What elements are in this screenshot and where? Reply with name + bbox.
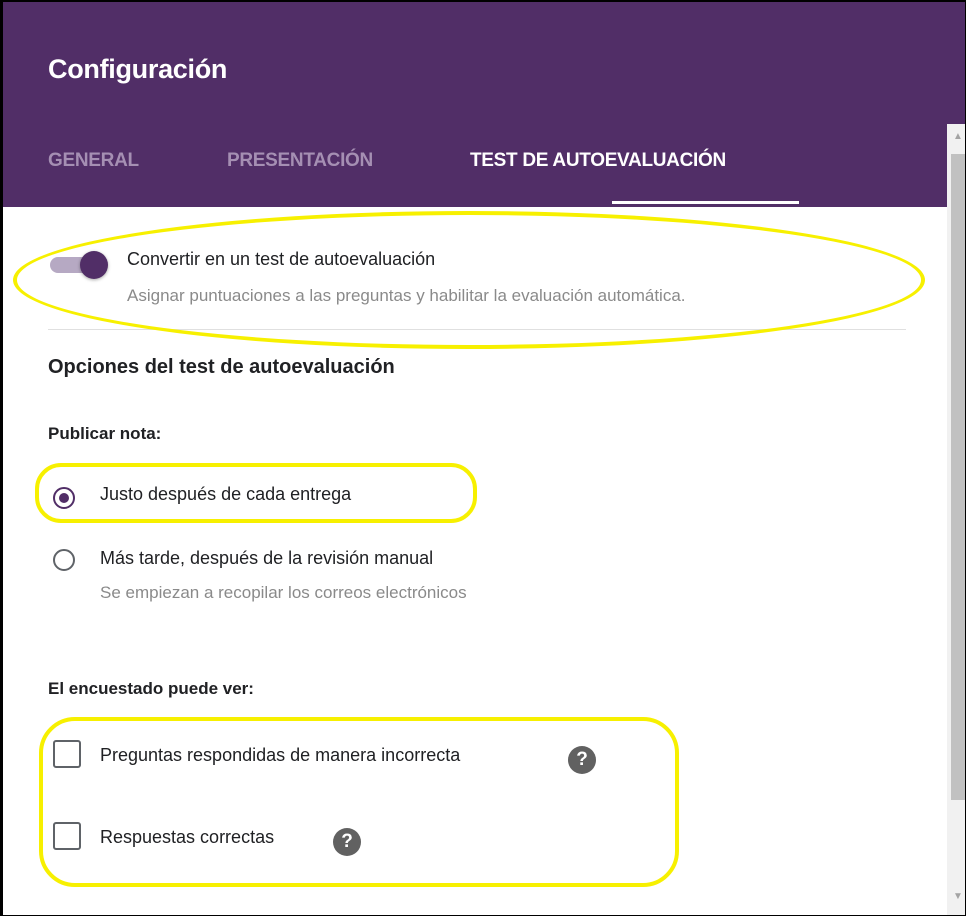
radio-later-manual-review[interactable] — [53, 549, 75, 571]
radio-later-description: Se empiezan a recopilar los correos elec… — [100, 583, 467, 602]
release-grade-label: Publicar nota: — [48, 424, 162, 443]
make-quiz-label: Convertir en un test de autoevaluación — [127, 249, 436, 269]
scroll-up-arrow-icon[interactable]: ▲ — [947, 128, 965, 146]
radio-selected-dot — [59, 493, 69, 503]
make-quiz-description: Asignar puntuaciones a las preguntas y h… — [127, 286, 686, 305]
help-icon[interactable]: ? — [333, 828, 361, 856]
checkbox-missed-questions[interactable] — [53, 740, 81, 768]
tab-general[interactable]: GENERAL — [48, 150, 139, 172]
dialog-header: Configuración GENERAL PRESENTACIÓN TEST … — [3, 2, 965, 207]
radio-immediately[interactable] — [53, 487, 75, 509]
checkbox-correct-answers[interactable] — [53, 822, 81, 850]
tab-quizzes[interactable]: TEST DE AUTOEVALUACIÓN — [470, 150, 726, 172]
checkbox-correct-answers-label[interactable]: Respuestas correctas — [100, 827, 274, 848]
make-quiz-toggle[interactable] — [50, 251, 110, 279]
radio-later-label[interactable]: Más tarde, después de la revisión manual — [100, 548, 433, 569]
dialog-title: Configuración — [48, 54, 228, 84]
section-divider — [48, 329, 906, 330]
vertical-scrollbar[interactable]: ▲ ▼ — [947, 124, 965, 915]
quiz-options-title: Opciones del test de autoevaluación — [48, 356, 395, 378]
active-tab-indicator — [612, 201, 799, 204]
scroll-thumb[interactable] — [951, 154, 965, 800]
settings-dialog: Configuración GENERAL PRESENTACIÓN TEST … — [0, 0, 966, 916]
scroll-down-arrow-icon[interactable]: ▼ — [947, 888, 965, 906]
tab-presentation[interactable]: PRESENTACIÓN — [227, 150, 373, 172]
checkbox-missed-questions-label[interactable]: Preguntas respondidas de manera incorrec… — [100, 745, 460, 766]
respondent-can-see-label: El encuestado puede ver: — [48, 679, 254, 698]
help-icon[interactable]: ? — [568, 746, 596, 774]
highlight-respondent-options — [39, 717, 679, 887]
radio-immediately-label[interactable]: Justo después de cada entrega — [100, 484, 351, 505]
toggle-knob — [80, 251, 108, 279]
